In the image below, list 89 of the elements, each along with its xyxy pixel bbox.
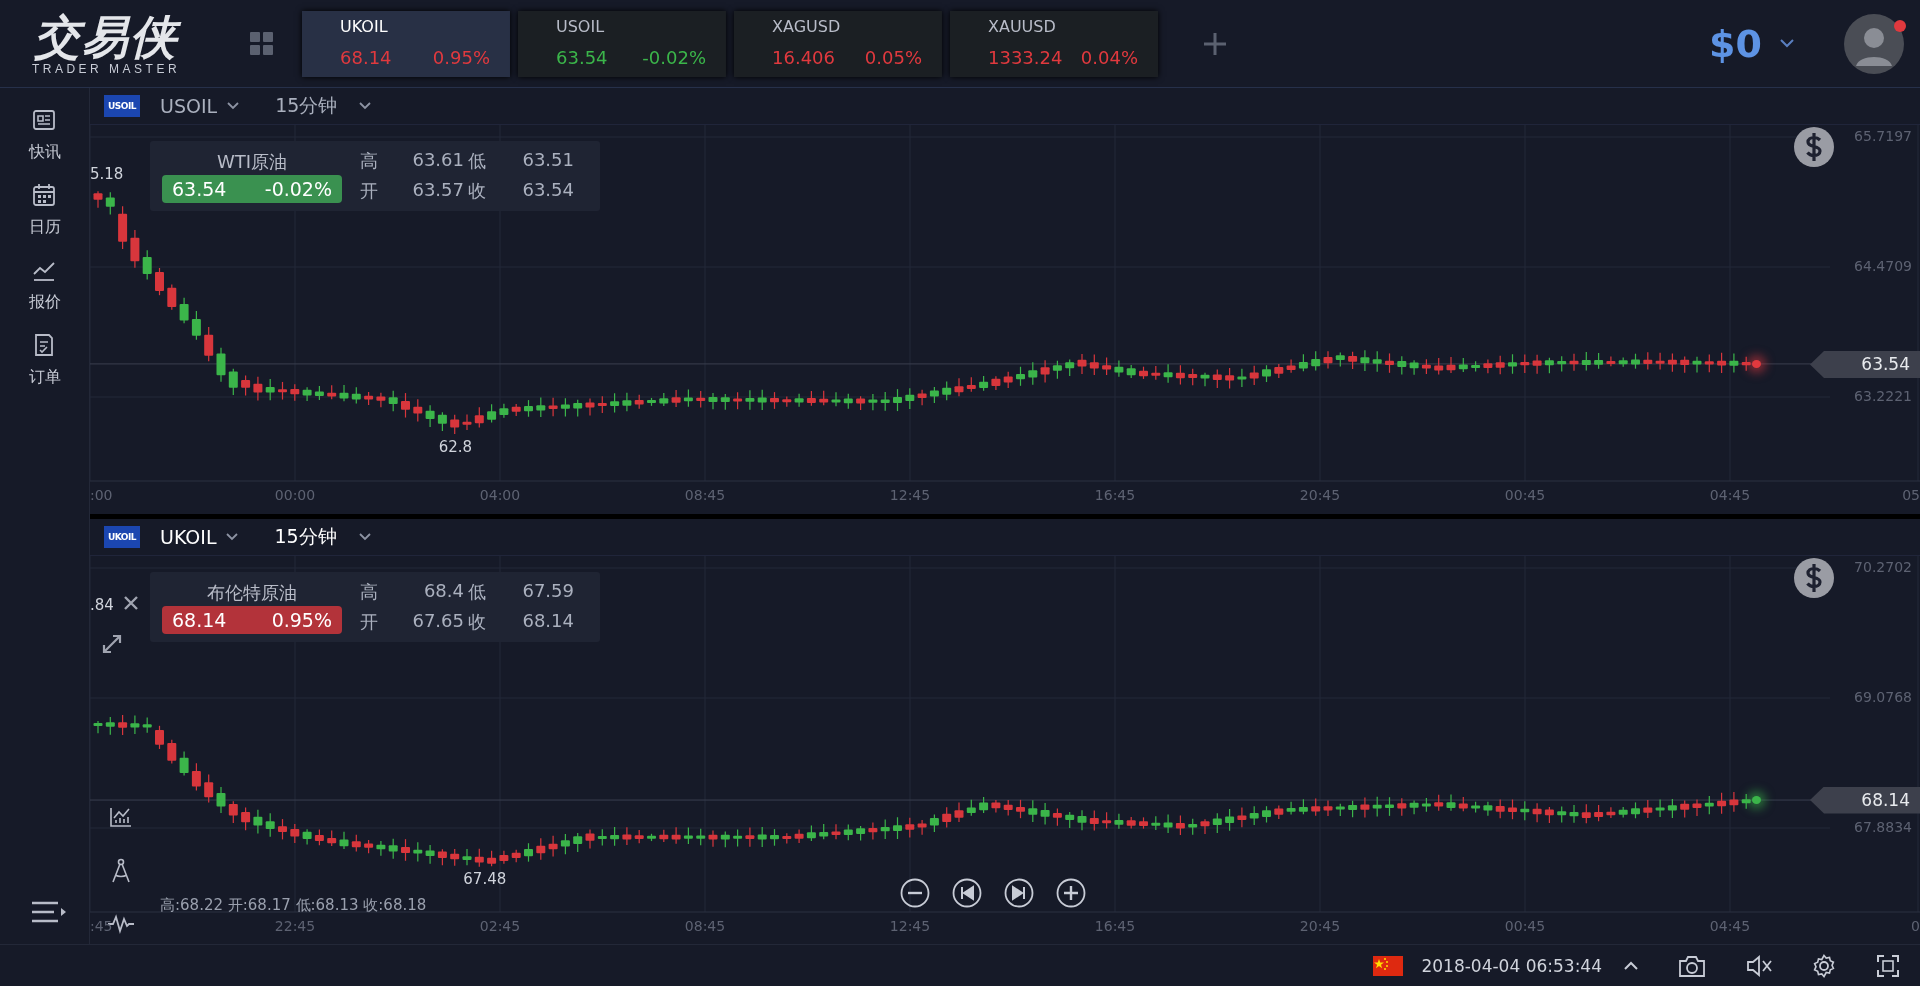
ticker-symbol: UKOIL: [340, 16, 389, 38]
stat-value: 63.51: [521, 149, 574, 172]
axis-label: 69.0768: [1854, 688, 1912, 705]
ticker-change: -0.02%: [642, 46, 706, 68]
stat-label: 高: [359, 149, 379, 173]
last-price-tag: 63.54: [1810, 350, 1920, 378]
stat-label: 开: [359, 609, 379, 634]
ticker-card[interactable]: XAUUSD 1333.24 0.04%: [950, 10, 1158, 77]
timeframe-dropdown[interactable]: 15分钟: [275, 93, 372, 119]
axis-label: 70.2702: [1854, 558, 1912, 575]
logo-subtitle: TRADER MASTER: [31, 61, 181, 76]
axis-label: 00:45: [1504, 917, 1546, 934]
price-label: .84: [90, 595, 114, 614]
axis-label: 12:45: [889, 487, 931, 503]
stat-value: 63.57: [411, 179, 464, 202]
ticker-price: 16.406: [772, 46, 835, 68]
sidebar-label: 报价: [28, 292, 61, 313]
axis-label: 00:00: [274, 487, 316, 503]
axis-label: 16:45: [1094, 917, 1136, 934]
stat-value: 68.4: [422, 579, 464, 603]
ticker-card[interactable]: XAGUSD 16.406 0.05%: [734, 10, 942, 77]
sidebar-item[interactable]: 日历: [18, 179, 71, 254]
ohlc-readout: 高:68.22 开:68.17 低:68.13 收:68.18: [160, 895, 427, 915]
stat-label: 收: [467, 609, 487, 634]
ticker-price: 63.54: [556, 46, 608, 68]
axis-label: 20:45: [1299, 917, 1341, 934]
axis-label: 05: [1902, 487, 1920, 503]
axis-label: 04:45: [1709, 917, 1751, 934]
stat-value: 63.54: [521, 179, 574, 202]
axis-label: 65.7197: [1854, 128, 1912, 144]
sidebar-item[interactable]: 订单: [18, 329, 71, 404]
axis-label: 64.4709: [1854, 258, 1912, 274]
low-price-label: 62.8: [438, 437, 473, 456]
ticker-change: 0.05%: [864, 46, 922, 68]
balance-amount: $0: [1709, 21, 1762, 66]
symbol-dropdown[interactable]: USOIL: [160, 95, 240, 117]
low-price-label: 67.48: [463, 870, 507, 889]
axis-label: 02:45: [479, 917, 521, 934]
stat-label: 收: [467, 179, 487, 203]
axis-label: 08:45: [684, 917, 726, 934]
axis-label: 20:45: [1299, 487, 1341, 503]
symbol-badge: UKOIL: [104, 525, 140, 548]
sidebar-item[interactable]: 报价: [18, 254, 71, 329]
axis-label: 12:45: [889, 917, 931, 934]
stat-label: 开: [359, 179, 379, 203]
axis-label: 22:45: [274, 917, 316, 934]
pill-change: -0.02%: [264, 178, 332, 200]
ticker-symbol: XAUUSD: [988, 16, 1057, 38]
sidebar-label: 快讯: [28, 142, 61, 163]
axis-label: :45: [90, 917, 113, 934]
axis-label: 0: [1911, 917, 1920, 934]
stat-value: 67.65: [411, 609, 464, 633]
axis-label: 63.2221: [1854, 388, 1912, 404]
stat-value: 68.14: [521, 609, 574, 633]
ticker-symbol: USOIL: [556, 16, 606, 38]
price-label: 5.18: [90, 165, 124, 183]
sidebar-label: 订单: [28, 367, 61, 388]
ticker-change: 0.95%: [432, 46, 490, 68]
axis-label: 00:45: [1504, 487, 1546, 503]
sidebar-label: 日历: [28, 217, 61, 238]
sidebar-item[interactable]: 快讯: [18, 104, 71, 179]
pill-change: 0.95%: [271, 608, 332, 631]
stat-label: 低: [467, 579, 487, 604]
axis-label: :00: [90, 487, 113, 503]
stat-label: 高: [359, 579, 379, 604]
pill-price: 68.14: [172, 608, 227, 631]
symbol-badge: USOIL: [104, 95, 140, 117]
instrument-name: WTI原油: [216, 150, 288, 174]
ticker-card[interactable]: UKOIL 68.14 0.95%: [302, 10, 510, 77]
stat-value: 63.61: [411, 149, 464, 172]
stat-value: 67.59: [521, 579, 574, 603]
ticker-price: 1333.24: [988, 46, 1063, 68]
last-price-tag: 68.14: [1810, 786, 1920, 814]
stat-label: 低: [467, 149, 487, 173]
datetime-text: 2018-04-04 06:53:44: [1421, 955, 1602, 976]
balance-dropdown[interactable]: $0: [1709, 21, 1794, 66]
axis-label: 08:45: [684, 487, 726, 503]
instrument-name: 布伦特原油: [207, 580, 297, 605]
axis-label: 04:00: [479, 487, 521, 503]
ticker-card[interactable]: USOIL 63.54 -0.02%: [518, 10, 726, 77]
ticker-price: 68.14: [340, 46, 392, 68]
axis-label: 04:45: [1709, 487, 1751, 503]
ticker-change: 0.04%: [1080, 46, 1138, 68]
axis-label: 16:45: [1094, 487, 1136, 503]
symbol-dropdown[interactable]: UKOIL: [160, 525, 239, 548]
pill-price: 63.54: [172, 178, 227, 200]
timeframe-dropdown[interactable]: 15分钟: [274, 523, 371, 550]
ticker-symbol: XAGUSD: [772, 16, 842, 38]
axis-label: 67.8834: [1854, 818, 1912, 835]
